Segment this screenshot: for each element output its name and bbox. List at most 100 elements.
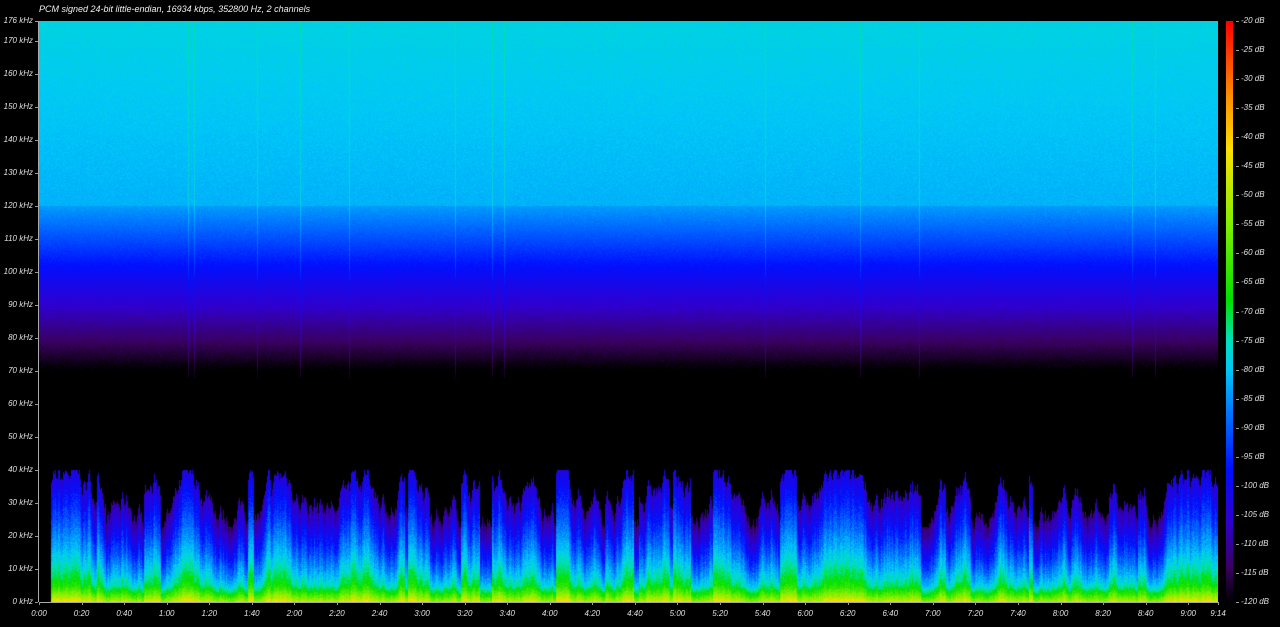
colorbar-tick-label: -55 dB — [1241, 219, 1265, 229]
x-tick — [1060, 602, 1062, 605]
x-tick-label: 6:20 — [839, 609, 856, 618]
x-tick — [336, 602, 338, 605]
x-tick — [294, 602, 296, 605]
colorbar-tick-label: -105 dB — [1241, 509, 1270, 519]
x-tick — [805, 602, 807, 605]
y-tick-label: 80 kHz — [8, 332, 33, 342]
y-tick-label: 120 kHz — [3, 200, 33, 210]
colorbar-tick-label: -95 dB — [1241, 451, 1265, 461]
y-tick-label: 150 kHz — [3, 101, 33, 111]
colorbar-tick-label: -85 dB — [1241, 393, 1265, 403]
y-tick — [35, 238, 38, 240]
x-tick — [1145, 602, 1147, 605]
colorbar-tick — [1236, 340, 1239, 342]
x-tick — [81, 602, 83, 605]
colorbar-tick — [1236, 21, 1239, 22]
chart-title: PCM signed 24-bit little-endian, 16934 k… — [39, 4, 311, 14]
y-tick-label: 50 kHz — [8, 431, 33, 441]
colorbar-tick — [1236, 427, 1239, 429]
y-tick — [35, 172, 38, 174]
x-tick — [1017, 602, 1019, 605]
x-tick-label: 5:40 — [754, 609, 771, 618]
colorbar-tick-label: -30 dB — [1241, 74, 1265, 84]
colorbar-tick-label: -100 dB — [1241, 480, 1270, 490]
x-tick-label: 3:20 — [456, 609, 473, 618]
y-tick — [35, 337, 38, 339]
x-tick-label: 6:00 — [797, 609, 813, 618]
x-tick-label: 0:20 — [73, 609, 90, 618]
x-tick — [422, 602, 424, 605]
x-tick-label: 4:40 — [627, 609, 643, 618]
x-tick-label: 5:00 — [669, 609, 686, 618]
x-tick-label: 7:40 — [1010, 609, 1026, 618]
spectrogram-plot-area — [39, 21, 1218, 602]
colorbar-tick-label: -45 dB — [1241, 161, 1265, 171]
y-tick-label: 10 kHz — [8, 563, 33, 573]
y-tick-label: 160 kHz — [3, 68, 33, 78]
y-tick-label: 140 kHz — [3, 134, 33, 144]
y-tick — [35, 436, 38, 438]
colorbar — [1226, 21, 1233, 602]
y-tick-label: 30 kHz — [8, 497, 33, 507]
x-tick-label: 6:40 — [882, 609, 899, 618]
y-axis-line — [38, 21, 39, 602]
x-tick-label: 1:20 — [201, 609, 218, 618]
colorbar-tick — [1236, 572, 1239, 574]
y-tick — [35, 403, 38, 405]
colorbar-tick — [1236, 398, 1239, 400]
x-tick — [677, 602, 679, 605]
y-tick-label: 110 kHz — [4, 233, 33, 243]
y-tick-label: 20 kHz — [8, 530, 33, 540]
colorbar-tick — [1236, 369, 1239, 371]
x-tick-label: 7:20 — [967, 609, 984, 618]
colorbar-tick-label: -75 dB — [1241, 335, 1265, 345]
spectrogram-heatmap — [39, 21, 1218, 602]
x-tick — [890, 602, 892, 605]
y-tick-label: 0 kHz — [12, 597, 33, 606]
x-tick — [847, 602, 849, 605]
x-tick — [379, 602, 381, 605]
x-axis-line — [39, 602, 1218, 603]
colorbar-tick-label: -50 dB — [1241, 190, 1265, 200]
colorbar-tick-label: -90 dB — [1241, 422, 1265, 432]
y-tick-label: 90 kHz — [8, 299, 33, 309]
x-tick-label: 2:20 — [329, 609, 345, 618]
y-tick — [35, 304, 38, 306]
colorbar-tick — [1236, 108, 1239, 110]
y-tick — [35, 469, 38, 471]
colorbar-tick — [1236, 253, 1239, 255]
x-tick-label: 2:40 — [371, 609, 388, 618]
x-tick-label: 1:40 — [244, 609, 260, 618]
y-tick — [35, 502, 38, 504]
colorbar-tick-label: -115 dB — [1241, 567, 1269, 577]
x-tick-label: 3:40 — [499, 609, 515, 618]
x-tick-label: 8:20 — [1095, 609, 1111, 618]
y-tick-label: 130 kHz — [3, 167, 33, 177]
x-tick-label: 7:00 — [925, 609, 941, 618]
colorbar-tick-label: -70 dB — [1241, 306, 1265, 316]
colorbar-tick — [1236, 50, 1239, 52]
x-tick-label: 0:40 — [116, 609, 132, 618]
colorbar-tick-label: -35 dB — [1241, 103, 1265, 113]
colorbar-tick-label: -120 dB — [1241, 597, 1270, 606]
x-tick-label: 4:20 — [584, 609, 601, 618]
x-tick — [720, 602, 721, 605]
y-tick — [35, 602, 38, 603]
colorbar-tick — [1236, 195, 1239, 197]
x-tick-label: 5:20 — [712, 609, 728, 618]
colorbar-tick-label: -65 dB — [1241, 277, 1265, 287]
colorbar-tick — [1236, 282, 1239, 284]
x-tick-label: 4:00 — [541, 609, 558, 618]
x-tick — [464, 602, 466, 605]
x-tick-label: 9:14 — [1210, 609, 1226, 618]
y-tick-label: 60 kHz — [8, 398, 33, 408]
colorbar-tick — [1236, 79, 1239, 81]
colorbar-tick-label: -40 dB — [1241, 132, 1265, 142]
x-tick — [251, 602, 253, 605]
x-tick-label: 1:00 — [158, 609, 175, 618]
colorbar-tick-label: -25 dB — [1241, 45, 1265, 55]
y-tick — [35, 40, 38, 42]
x-tick — [39, 602, 40, 605]
x-tick — [634, 602, 636, 605]
x-tick-label: 9:00 — [1180, 609, 1196, 618]
